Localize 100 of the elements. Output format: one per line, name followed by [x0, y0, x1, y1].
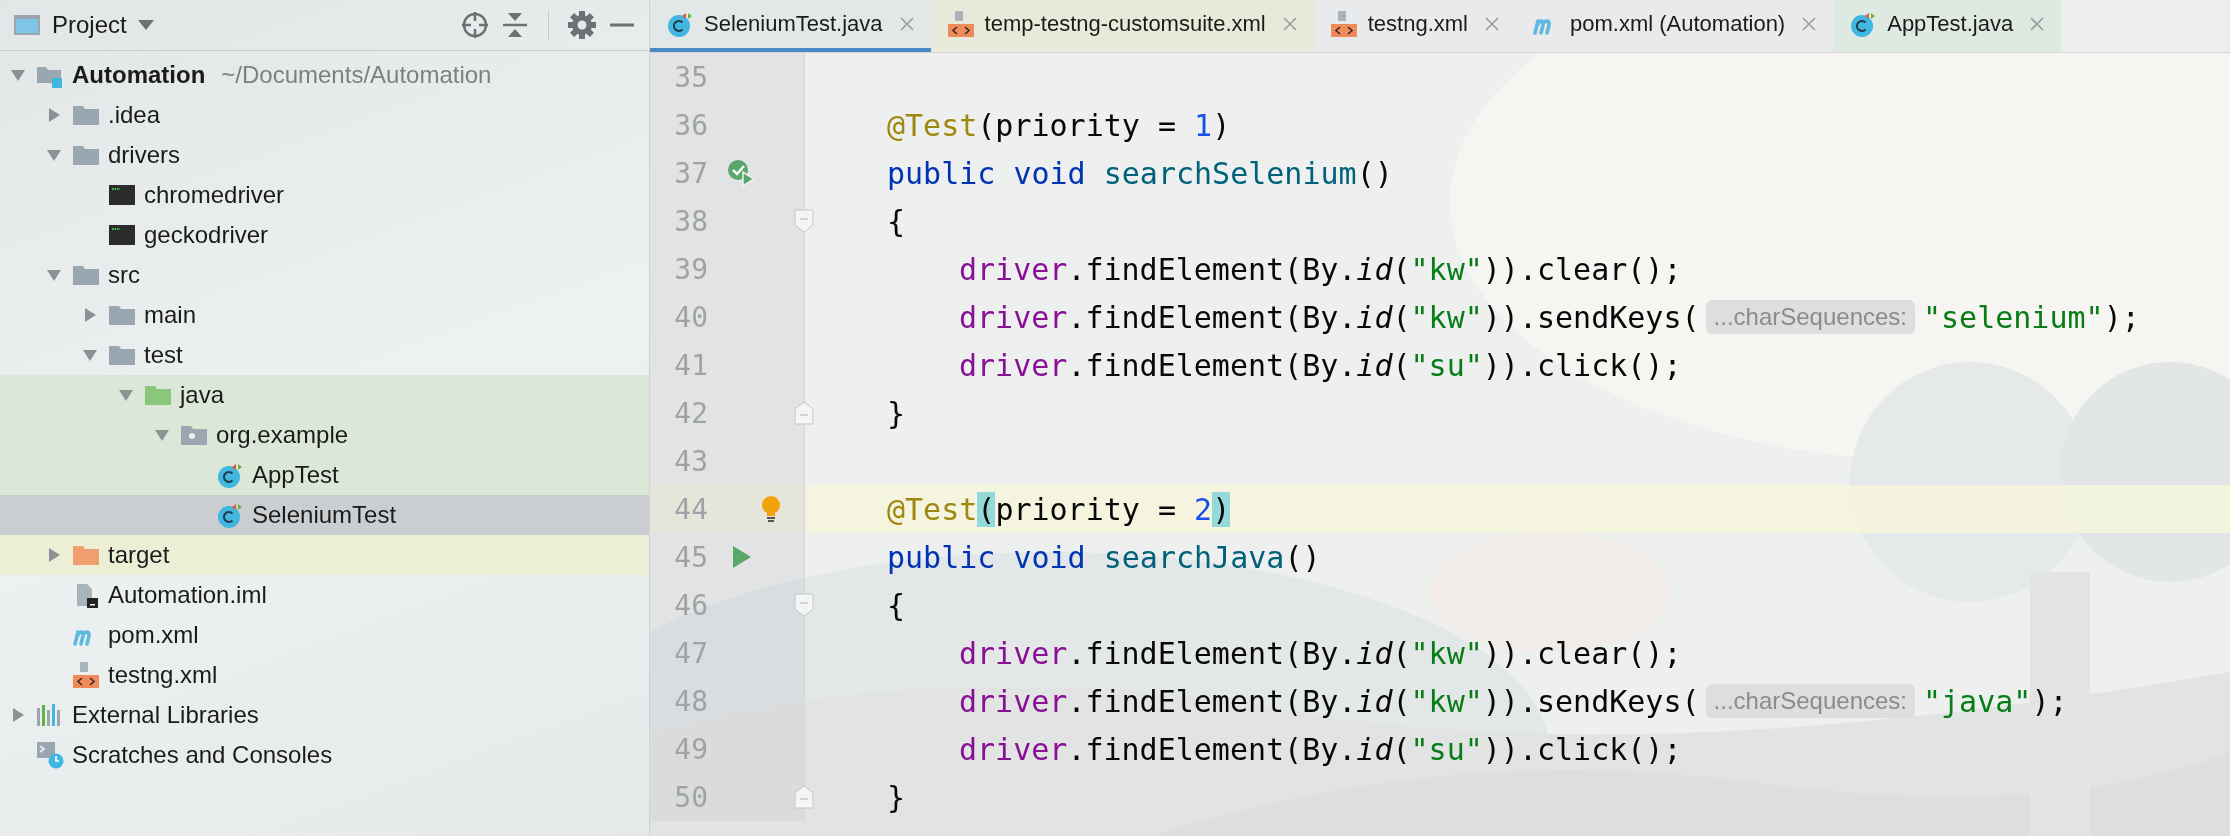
line-number: 37: [673, 156, 708, 190]
tree-row[interactable]: main: [0, 295, 649, 335]
dropdown-caret-icon[interactable]: [136, 19, 155, 31]
tree-label: External Libraries: [72, 701, 259, 729]
tree-row[interactable]: test: [0, 335, 649, 375]
tree-label: main: [144, 301, 197, 329]
code-text: @Test(priority = 1): [887, 107, 1231, 143]
line-number: 40: [673, 300, 708, 334]
collapsed-arrow-icon[interactable]: [46, 107, 62, 123]
module-path: ~/Documents/Automation: [221, 61, 492, 89]
xml-file-icon: [72, 661, 100, 689]
code-text: {: [887, 203, 906, 239]
code-text: @Test(priority = 2): [887, 491, 1231, 527]
settings-icon[interactable]: [567, 10, 597, 40]
tree-label: src: [108, 261, 140, 289]
code-text: "java");: [1923, 683, 2068, 719]
tree-label: .idea: [108, 101, 161, 129]
expanded-arrow-icon[interactable]: [82, 347, 98, 363]
test-class-icon: [216, 461, 244, 489]
close-icon[interactable]: [1281, 16, 1298, 32]
code-text: driver.findElement(By.id("kw")).clear();: [959, 635, 1682, 671]
expanded-arrow-icon[interactable]: [46, 267, 62, 283]
tree-row[interactable]: drivers: [0, 135, 649, 175]
line-number: 39: [673, 252, 708, 286]
editor-tab[interactable]: SeleniumTest.java: [650, 0, 931, 52]
close-icon[interactable]: [1484, 16, 1500, 32]
parameter-hint: ...charSequences:: [1705, 684, 1915, 718]
expanded-arrow-icon[interactable]: [118, 387, 134, 403]
collapsed-arrow-icon[interactable]: [82, 307, 98, 323]
tree-row[interactable]: java: [0, 375, 649, 415]
tree-label: org.example: [216, 421, 349, 449]
collapsed-arrow-icon[interactable]: [46, 547, 62, 563]
xml-file-icon: [946, 10, 975, 38]
tree-label: Scratches and Consoles: [72, 741, 333, 769]
code-text: {: [887, 587, 906, 623]
line-number: 38: [673, 204, 708, 238]
close-icon[interactable]: [2029, 16, 2046, 32]
line-number: 36: [673, 108, 708, 142]
panel-title[interactable]: Project: [52, 11, 127, 39]
expanded-arrow-icon[interactable]: [46, 147, 62, 163]
parameter-hint: ...charSequences:: [1705, 300, 1915, 334]
tree-row[interactable]: .idea: [0, 95, 649, 135]
tree-row[interactable]: geckodriver: [0, 215, 649, 255]
code-text: public void searchJava(): [887, 539, 1321, 575]
collapsed-arrow-icon[interactable]: [10, 707, 26, 723]
close-icon[interactable]: [1801, 16, 1818, 32]
code-text: driver.findElement(By.id("kw")).sendKeys(: [959, 299, 1700, 335]
line-number: 47: [673, 636, 708, 670]
editor-tab[interactable]: temp-testng-customsuite.xml: [930, 0, 1314, 52]
tree-label: AppTest: [252, 461, 339, 489]
tree-label: geckodriver: [144, 221, 269, 249]
code-text: }: [887, 779, 906, 815]
tree-label: Automation: [72, 61, 206, 89]
editor-tab[interactable]: AppTest.java: [1833, 0, 2062, 52]
tree-row[interactable]: SeleniumTest: [0, 495, 649, 535]
tree-label: Automation.iml: [108, 581, 267, 609]
line-number: 35: [673, 60, 708, 94]
expanded-arrow-icon[interactable]: [10, 67, 26, 83]
tree-label: testng.xml: [108, 661, 218, 689]
run-passed-icon[interactable]: [726, 158, 756, 188]
line-number: 48: [673, 684, 708, 718]
line-number: 50: [673, 780, 708, 814]
tree-row[interactable]: target: [0, 535, 649, 575]
code-text: driver.findElement(By.id("kw")).sendKeys(: [959, 683, 1700, 719]
tree-row[interactable]: src: [0, 255, 649, 295]
line-number: 42: [673, 396, 708, 430]
tree-row[interactable]: org.example: [0, 415, 649, 455]
tree-label: chromedriver: [144, 181, 285, 209]
tree-row[interactable]: AppTest: [0, 455, 649, 495]
tree-row[interactable]: Scratches and Consoles: [0, 735, 649, 775]
tree-label: target: [108, 541, 170, 569]
tree-row[interactable]: pom.xml: [0, 615, 649, 655]
scratches-icon: [36, 741, 64, 769]
test-class-icon: [216, 501, 244, 529]
code-text: }: [887, 395, 906, 431]
code-text: public void searchSelenium(): [887, 155, 1393, 191]
code-text: "selenium");: [1923, 299, 2140, 335]
line-number: 46: [673, 588, 708, 622]
tree-label: pom.xml: [108, 621, 199, 649]
line-number: 41: [673, 348, 708, 382]
tree-label: java: [180, 381, 225, 409]
tree-row[interactable]: testng.xml: [0, 655, 649, 695]
tree-row[interactable]: External Libraries: [0, 695, 649, 735]
collapse-all-icon[interactable]: [500, 10, 530, 40]
line-number: 44: [673, 492, 708, 526]
locate-icon[interactable]: [460, 10, 490, 40]
tree-row[interactable]: Automation ~/Documents/Automation: [0, 55, 649, 95]
expanded-arrow-icon[interactable]: [154, 427, 170, 443]
tree-label: test: [144, 341, 183, 369]
tree-row[interactable]: Automation.iml: [0, 575, 649, 615]
code-text: driver.findElement(By.id("kw")).clear();: [959, 251, 1682, 287]
code-text: driver.findElement(By.id("su")).click();: [959, 731, 1682, 767]
tree-label: SeleniumTest: [252, 501, 397, 529]
xml-file-icon: [1329, 10, 1358, 38]
tree-row[interactable]: chromedriver: [0, 175, 649, 215]
close-icon[interactable]: [898, 16, 915, 32]
line-number: 43: [673, 444, 708, 478]
line-number: 49: [673, 732, 708, 766]
tree-label: drivers: [108, 141, 180, 169]
code-text: driver.findElement(By.id("su")).click();: [959, 347, 1682, 383]
